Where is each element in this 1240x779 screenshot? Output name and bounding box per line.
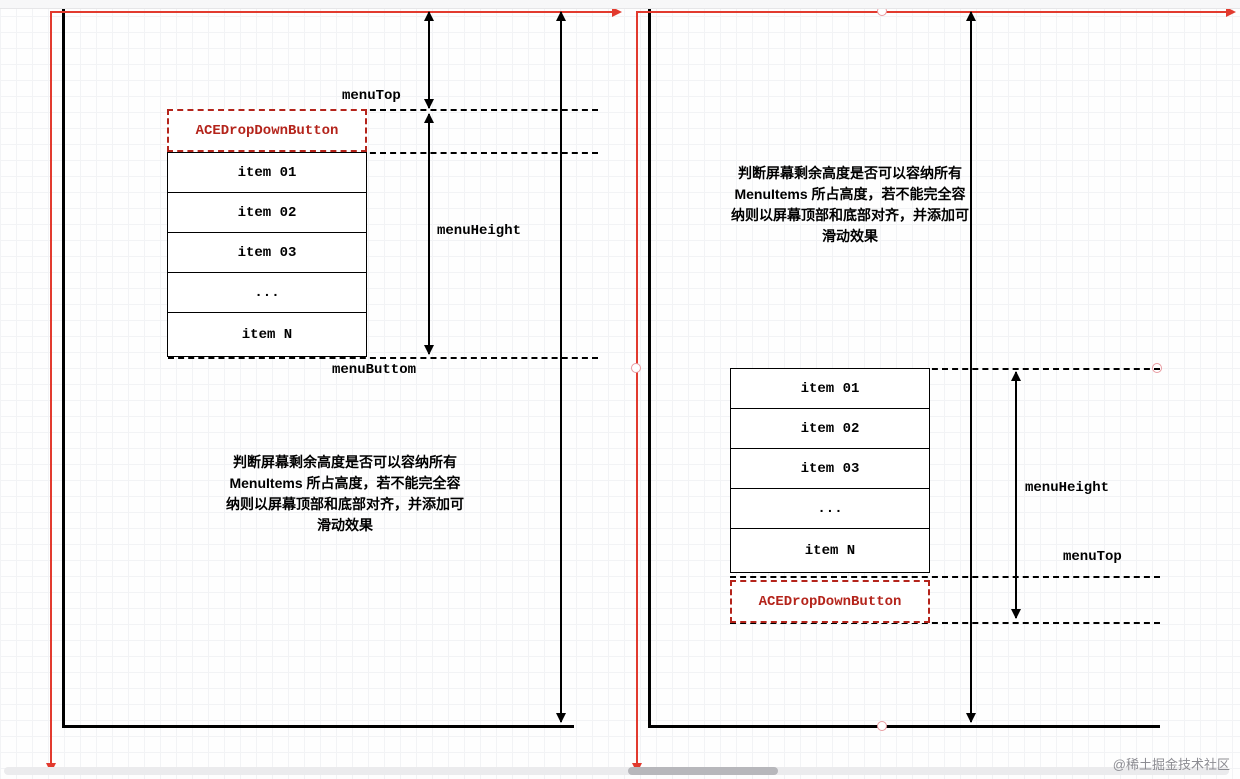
right-menu-item-3[interactable]: item 03 bbox=[730, 448, 930, 489]
horizontal-scrollbar-track[interactable] bbox=[4, 767, 1229, 775]
left-arrow-menutop bbox=[428, 12, 430, 108]
left-menu-item-2[interactable]: item 02 bbox=[167, 192, 367, 233]
editor-top-bar bbox=[0, 0, 1240, 9]
left-frame-bottom-edge bbox=[62, 725, 574, 728]
left-menu-item-ellipsis[interactable]: ... bbox=[167, 272, 367, 313]
right-ace-button-label: ACEDropDownButton bbox=[759, 594, 902, 610]
left-ace-dropdown-button[interactable]: ACEDropDownButton bbox=[167, 109, 367, 152]
right-label-menutop: menuTop bbox=[1063, 549, 1122, 565]
left-label-menuheight: menuHeight bbox=[437, 223, 521, 239]
right-red-vertical-axis bbox=[636, 11, 638, 771]
left-menu-item-1[interactable]: item 01 bbox=[167, 152, 367, 193]
right-menu-item-1[interactable]: item 01 bbox=[730, 368, 930, 409]
left-label-menubottom: menuButtom bbox=[332, 362, 416, 378]
left-dashed-menubottom bbox=[168, 357, 598, 359]
right-ace-dropdown-button[interactable]: ACEDropDownButton bbox=[730, 580, 930, 623]
left-menu-item-3[interactable]: item 03 bbox=[167, 232, 367, 273]
right-menu-item-ellipsis[interactable]: ... bbox=[730, 488, 930, 529]
right-menu-item-2[interactable]: item 02 bbox=[730, 408, 930, 449]
left-frame-left-edge bbox=[62, 8, 65, 728]
left-menu-item-n[interactable]: item N bbox=[167, 312, 367, 357]
left-description: 判断屏幕剩余高度是否可以容纳所有 MenuItems 所占高度，若不能完全容 纳… bbox=[205, 452, 485, 536]
right-description: 判断屏幕剩余高度是否可以容纳所有 MenuItems 所占高度，若不能完全容 纳… bbox=[710, 163, 990, 247]
left-red-horizontal-axis bbox=[50, 11, 620, 13]
left-arrow-menuheight bbox=[428, 114, 430, 354]
right-label-menuheight: menuHeight bbox=[1025, 480, 1109, 496]
anchor-bottom[interactable] bbox=[877, 721, 887, 731]
right-dashed-above-button bbox=[730, 576, 1160, 578]
left-label-menutop: menuTop bbox=[342, 88, 401, 104]
right-menu-item-n[interactable]: item N bbox=[730, 528, 930, 573]
left-red-vertical-axis bbox=[50, 11, 52, 771]
right-red-horizontal-axis bbox=[636, 11, 1234, 13]
left-arrow-available bbox=[560, 12, 562, 722]
right-frame-left-edge bbox=[648, 8, 651, 728]
left-ace-button-label: ACEDropDownButton bbox=[196, 123, 339, 139]
anchor-left[interactable] bbox=[631, 363, 641, 373]
horizontal-scrollbar-thumb[interactable] bbox=[628, 767, 778, 775]
watermark: @稀土掘金技术社区 bbox=[1113, 754, 1230, 773]
right-arrow-menuheight bbox=[1015, 372, 1017, 618]
right-frame-bottom-edge bbox=[648, 725, 1160, 728]
right-arrow-available bbox=[970, 12, 972, 722]
